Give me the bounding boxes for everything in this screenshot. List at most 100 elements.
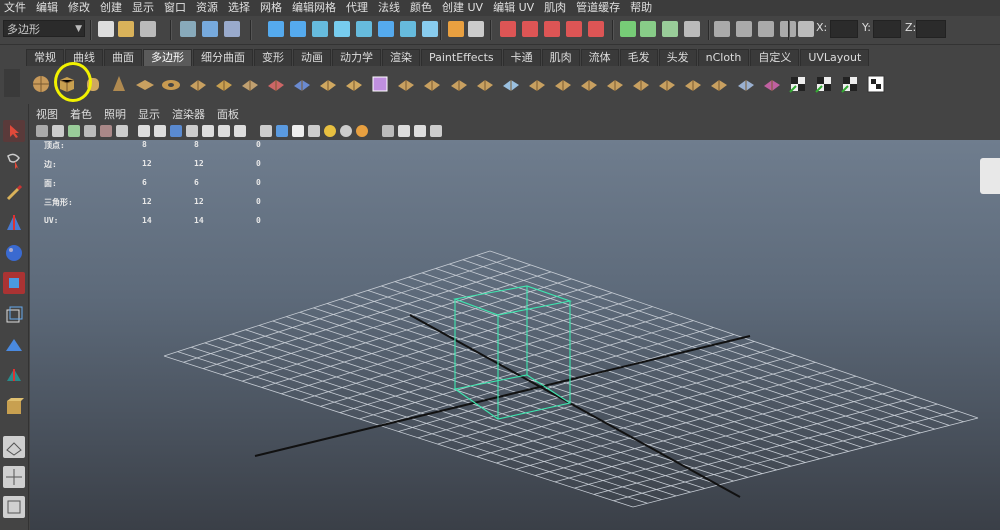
- bevel-icon[interactable]: [500, 73, 522, 95]
- mirror-icon[interactable]: [343, 73, 365, 95]
- uv-planar-icon[interactable]: [761, 73, 783, 95]
- menu-set-dropdown[interactable]: 多边形 ▼: [3, 20, 85, 37]
- shelf-tab[interactable]: nCloth: [697, 49, 750, 66]
- shelf-tab[interactable]: 常规: [26, 49, 64, 66]
- uv-auto-icon[interactable]: [839, 73, 861, 95]
- menu-item[interactable]: 资源: [192, 0, 224, 16]
- sculpt-icon[interactable]: [735, 73, 757, 95]
- field-chart-icon[interactable]: [186, 125, 198, 137]
- shelf-tab[interactable]: 变形: [254, 49, 292, 66]
- snap-grid-icon[interactable]: [268, 21, 284, 37]
- magnet-plane-icon[interactable]: [566, 21, 582, 37]
- snap-surface-icon[interactable]: [356, 21, 372, 37]
- snap-point-icon[interactable]: [312, 21, 328, 37]
- menu-item[interactable]: 颜色: [406, 0, 438, 16]
- menu-item[interactable]: 创建: [96, 0, 128, 16]
- pipe-icon[interactable]: [213, 73, 235, 95]
- poke-icon[interactable]: [578, 73, 600, 95]
- text-icon[interactable]: [234, 125, 246, 137]
- save-scene-icon[interactable]: [140, 21, 156, 37]
- wireframe-icon[interactable]: [260, 125, 272, 137]
- menu-item[interactable]: 文件: [0, 0, 32, 16]
- shelf-tab[interactable]: 卡通: [502, 49, 541, 66]
- menu-item[interactable]: 帮助: [626, 0, 658, 16]
- menu-item[interactable]: 选择: [224, 0, 256, 16]
- select-object-icon[interactable]: [202, 21, 218, 37]
- isolate-select-icon[interactable]: [382, 125, 394, 137]
- menu-item[interactable]: 编辑 UV: [489, 0, 540, 16]
- high-quality-icon[interactable]: [340, 125, 352, 137]
- textured-icon[interactable]: [292, 125, 304, 137]
- quick-rename-icon[interactable]: [714, 21, 730, 37]
- universal-manipulator-icon[interactable]: [3, 304, 25, 326]
- snap-view-icon[interactable]: [334, 21, 350, 37]
- lasso-tool-icon[interactable]: [3, 150, 25, 172]
- paint-select-icon[interactable]: [3, 182, 25, 204]
- separate-icon[interactable]: [317, 73, 339, 95]
- insert-edgeloop-icon[interactable]: [474, 73, 496, 95]
- menu-item[interactable]: 代理: [342, 0, 374, 16]
- bookmarks-icon[interactable]: [68, 125, 80, 137]
- shelf-tab[interactable]: 流体: [580, 49, 619, 66]
- input-field-icon[interactable]: [736, 21, 752, 37]
- torus-icon[interactable]: [160, 73, 182, 95]
- split-polygon-icon[interactable]: [526, 73, 548, 95]
- sphere-icon[interactable]: [30, 73, 52, 95]
- shelf-tab[interactable]: 多边形: [143, 49, 192, 66]
- xray-icon[interactable]: [398, 125, 410, 137]
- menu-item[interactable]: 管道缓存: [572, 0, 626, 16]
- render-settings-icon[interactable]: [684, 21, 700, 37]
- shelf-tab[interactable]: 渲染: [382, 49, 420, 66]
- render-view-icon[interactable]: [620, 21, 636, 37]
- menu-item[interactable]: 肌肉: [540, 0, 572, 16]
- menu-item[interactable]: 修改: [64, 0, 96, 16]
- magnet-curve-icon[interactable]: [522, 21, 538, 37]
- extrude-edge-icon[interactable]: [421, 73, 443, 95]
- render-current-icon[interactable]: [640, 21, 656, 37]
- select-component-icon[interactable]: [224, 21, 240, 37]
- panel-menu-item[interactable]: 显示: [132, 106, 166, 122]
- view-cube-icon[interactable]: [980, 158, 1000, 194]
- menu-item[interactable]: 编辑网格: [288, 0, 342, 16]
- pyramid-icon[interactable]: [187, 73, 209, 95]
- rotate-tool-icon[interactable]: [3, 242, 25, 264]
- move-tool-icon[interactable]: [3, 212, 25, 234]
- select-hierarchy-icon[interactable]: [180, 21, 196, 37]
- four-view-layout-icon[interactable]: [3, 466, 25, 488]
- panel-menu-item[interactable]: 照明: [98, 106, 132, 122]
- panel-menu-item[interactable]: 渲染器: [166, 106, 211, 122]
- input-ops-icon[interactable]: [400, 21, 416, 37]
- resolution-gate-icon[interactable]: [154, 125, 166, 137]
- last-tool-icon[interactable]: [3, 396, 25, 418]
- collapse-icon[interactable]: [630, 73, 652, 95]
- help-icon[interactable]: [422, 21, 438, 37]
- film-gate-icon[interactable]: [138, 125, 150, 137]
- soccer-ball-icon[interactable]: [239, 73, 261, 95]
- magnet-live-icon[interactable]: [588, 21, 604, 37]
- shelf-tab[interactable]: UVLayout: [800, 49, 870, 66]
- menu-item[interactable]: 窗口: [160, 0, 192, 16]
- plane-icon[interactable]: [134, 73, 156, 95]
- smooth-shade-icon[interactable]: [276, 125, 288, 137]
- share-icon[interactable]: [430, 125, 442, 137]
- soft-mod-icon[interactable]: [3, 334, 25, 356]
- shelf-options-icon[interactable]: [4, 69, 20, 97]
- camera-attributes-icon[interactable]: [52, 125, 64, 137]
- select-object-mode-icon[interactable]: [468, 21, 484, 37]
- show-manipulator-icon[interactable]: [3, 364, 25, 386]
- ipr-render-icon[interactable]: [662, 21, 678, 37]
- open-scene-icon[interactable]: [118, 21, 134, 37]
- channel-box-icon[interactable]: [758, 21, 774, 37]
- delete-edge-icon[interactable]: [682, 73, 704, 95]
- image-plane-icon[interactable]: [84, 125, 96, 137]
- magnet-point-icon[interactable]: [544, 21, 560, 37]
- absolute-transform-icon[interactable]: [798, 21, 814, 37]
- shelf-tab[interactable]: 毛发: [619, 49, 658, 66]
- grid-toggle-icon[interactable]: [116, 125, 128, 137]
- ambient-occlusion-icon[interactable]: [356, 125, 368, 137]
- combine-icon[interactable]: [291, 73, 313, 95]
- shelf-tab[interactable]: 曲面: [104, 49, 142, 66]
- menu-item[interactable]: 显示: [128, 0, 160, 16]
- extrude-face-icon[interactable]: [395, 73, 417, 95]
- history-icon[interactable]: [378, 21, 394, 37]
